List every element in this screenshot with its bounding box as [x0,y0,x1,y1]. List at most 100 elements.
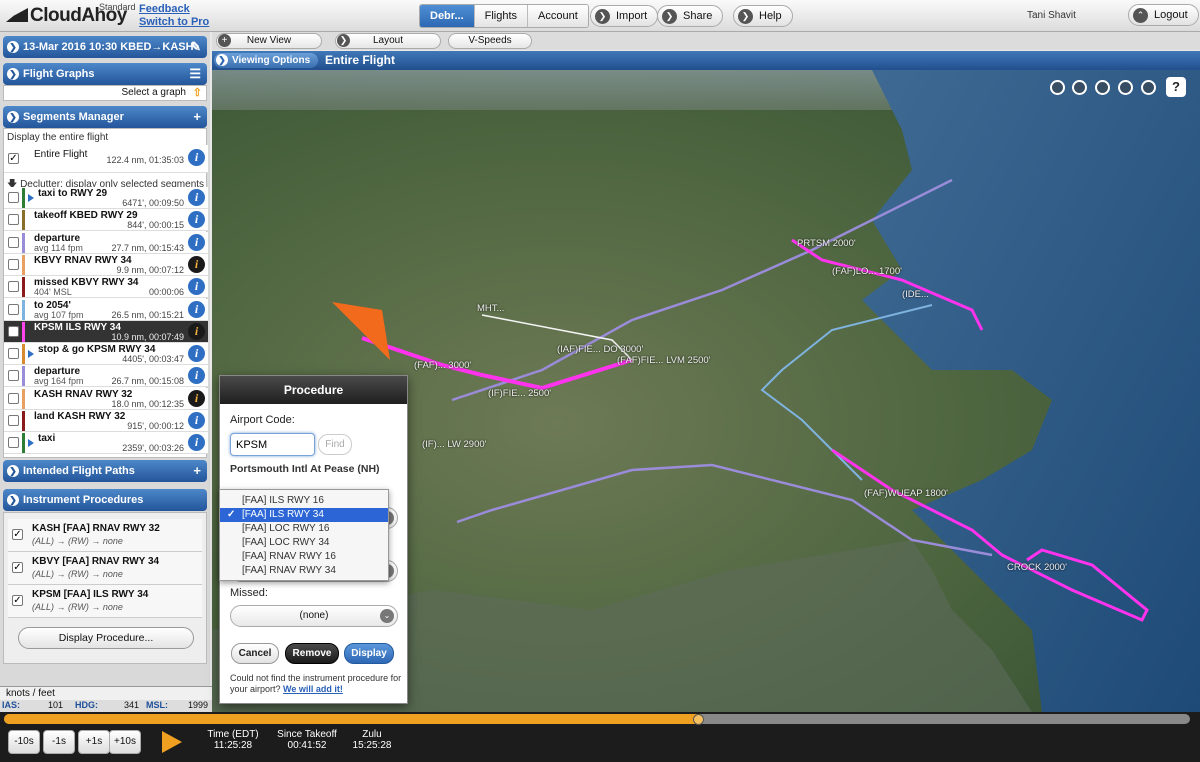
segment-checkbox[interactable] [8,303,19,315]
back-10s-button[interactable]: -10s [8,730,40,754]
info-icon[interactable]: i [188,149,205,166]
cancel-button[interactable]: Cancel [231,643,279,664]
missed-select[interactable]: (none) ⌄ [230,605,398,627]
segment-row[interactable]: KBVY RNAV RWY 34 9.9 nm, 00:07:12 i [4,253,208,276]
segment-checkbox[interactable] [8,192,19,203]
chevron-up-icon: ⌃ [1133,7,1148,23]
approach-option[interactable]: [FAA] ILS RWY 16 [220,494,388,508]
segment-checkbox[interactable] [8,437,19,449]
procedure-checkbox[interactable]: ✓ [12,595,23,606]
segment-checkbox[interactable] [8,258,19,270]
entire-flight-checkbox[interactable]: ✓ [8,153,19,164]
info-icon[interactable]: i [188,189,205,206]
approach-option[interactable]: ✓ [FAA] ILS RWY 34 [220,508,388,522]
intended-paths-header[interactable]: ❯ Intended Flight Paths + [3,460,207,482]
segment-checkbox[interactable] [8,370,19,382]
approach-option[interactable]: [FAA] LOC RWY 34 [220,536,388,550]
segment-checkbox[interactable] [8,415,19,426]
switch-pro-link[interactable]: Switch to Pro [139,16,209,28]
feedback-link[interactable]: Feedback [139,3,190,15]
fwd-1s-button[interactable]: +1s [78,730,110,754]
procedure-checkbox[interactable]: ✓ [12,529,23,540]
info-icon[interactable]: i [188,233,205,251]
segment-checkbox[interactable] [8,281,19,293]
display-procedure-button[interactable]: Display Procedure... [18,627,194,649]
timeline-handle[interactable] [692,714,704,725]
find-button[interactable]: Find [318,434,352,455]
tab-debrief[interactable]: Debr... [420,5,475,27]
procedure-row[interactable]: ✓ KPSM [FAA] ILS RWY 34 (ALL) → (RW) → non… [8,585,202,618]
info-icon[interactable]: i [188,412,205,429]
info-icon[interactable]: i [188,322,205,340]
share-button[interactable]: ❯ Share [657,5,724,27]
add-procedure-link[interactable]: We will add it! [283,684,343,694]
viewing-options-button[interactable]: ❯ Viewing Options [214,53,319,68]
info-icon[interactable]: i [188,389,205,407]
play-icon[interactable] [162,731,182,753]
segment-checkbox[interactable] [8,325,19,337]
reset-icon[interactable] [1118,80,1133,95]
flight-header[interactable]: ❯ 13-Mar 2016 10:30 KBED→KASH ✎ [3,36,207,58]
segment-row[interactable]: taxi 2359', 00:03:26 i [4,432,208,455]
procedure-checkbox[interactable]: ✓ [12,562,23,573]
segment-checkbox[interactable] [8,392,19,404]
play-icon[interactable] [28,350,34,359]
segment-row[interactable]: to 2054' avg 107 fpm 26.5 nm, 00:15:21 i [4,298,208,321]
entire-flight-row[interactable]: ✓ Entire Flight 122.4 nm, 01:35:03 i [4,145,208,173]
info-icon[interactable]: i [188,434,205,452]
vspeeds-button[interactable]: V-Speeds [448,33,532,49]
procedure-row[interactable]: ✓ KBVY [FAA] RNAV RWY 34 (ALL) → (RW) → no… [8,552,202,585]
segment-checkbox[interactable] [8,214,19,226]
info-icon[interactable]: i [188,367,205,385]
timeline-track[interactable] [4,714,1190,724]
info-icon[interactable]: i [188,278,205,296]
approach-option[interactable]: [FAA] RNAV RWY 34 [220,564,388,578]
display-button[interactable]: Display [344,643,394,664]
segment-row[interactable]: land KASH RWY 32 915', 00:00:12 i [4,410,208,432]
play-icon[interactable] [28,439,34,448]
logout-button[interactable]: ⌃ Logout [1128,4,1199,26]
help-button[interactable]: ❯ Help [733,5,793,27]
flight-graphs-header[interactable]: ❯ Flight Graphs ☰ [3,63,207,85]
eye-icon[interactable] [1072,80,1087,95]
help-question-icon[interactable]: ? [1166,77,1186,97]
procedure-row[interactable]: ✓ KASH [FAA] RNAV RWY 32 (ALL) → (RW) → no… [8,519,202,552]
plus-icon[interactable]: + [193,460,201,482]
layout-button[interactable]: ❯ Layout [335,33,441,49]
info-icon[interactable]: i [188,255,205,273]
approach-option[interactable]: [FAA] LOC RWY 16 [220,522,388,536]
back-1s-button[interactable]: -1s [43,730,75,754]
segment-row[interactable]: departure avg 164 fpm 26.7 nm, 00:15:08 i [4,365,208,388]
segment-row[interactable]: taxi to RWY 29 6471', 00:09:50 i [4,187,208,209]
instrument-procedures-header[interactable]: ❯ Instrument Procedures [3,489,207,511]
refresh-icon[interactable] [1141,80,1156,95]
info-icon[interactable]: i [188,300,205,318]
tab-account[interactable]: Account [528,5,588,27]
info-icon[interactable]: i [188,345,205,363]
play-icon[interactable] [28,194,34,202]
segment-row[interactable]: departure avg 114 fpm 27.7 nm, 00:15:43 i [4,231,208,254]
plus-icon[interactable]: + [193,106,201,128]
segment-row[interactable]: KASH RNAV RWY 32 18.0 nm, 00:12:35 i [4,387,208,410]
info-icon[interactable]: i [188,211,205,229]
remove-button[interactable]: Remove [285,643,339,664]
fwd-10s-button[interactable]: +10s [109,730,141,754]
approach-option[interactable]: [FAA] RNAV RWY 16 [220,550,388,564]
airport-code-input[interactable] [230,433,315,456]
segments-manager-header[interactable]: ❯ Segments Manager + [3,106,207,128]
segment-row[interactable]: missed KBVY RWY 34 404' MSL 00:00:06 i [4,276,208,299]
tab-flights[interactable]: Flights [474,5,529,27]
segment-row[interactable]: KPSM ILS RWY 34 10.9 nm, 00:07:49 i [4,320,208,343]
segment-checkbox[interactable] [8,348,19,360]
import-button[interactable]: ❯ Import [590,5,659,27]
airport-code-label: Airport Code: [230,414,295,426]
segment-row[interactable]: stop & go KPSM RWY 34 4405', 00:03:47 i [4,343,208,366]
segment-row[interactable]: takeoff KBED RWY 29 844', 00:00:15 i [4,209,208,232]
menu-icon[interactable]: ☰ [189,63,201,85]
select-graph-label[interactable]: Select a graph [122,87,187,98]
edit-pencil-icon[interactable]: ✎ [190,36,201,58]
center-icon[interactable] [1095,80,1110,95]
segment-checkbox[interactable] [8,236,19,248]
rotate-icon[interactable] [1050,80,1065,95]
new-view-button[interactable]: + New View [216,33,322,49]
